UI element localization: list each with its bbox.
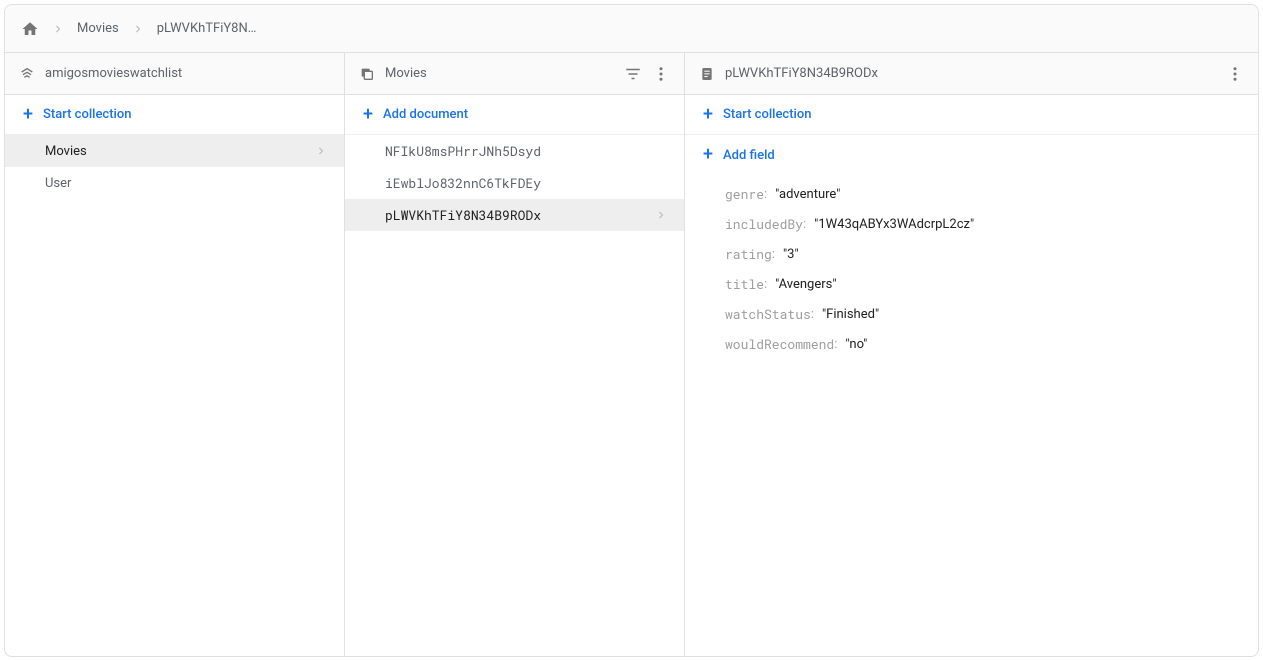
field-value: "3" xyxy=(783,247,799,262)
start-collection-button[interactable]: + Start collection xyxy=(5,95,344,135)
add-field-button[interactable]: + Add field xyxy=(685,135,1258,175)
field-key: title xyxy=(725,275,764,293)
breadcrumb: Movies pLWVKhTFiY8N… xyxy=(5,5,1258,53)
field-value: "Avengers" xyxy=(775,277,836,292)
add-document-button[interactable]: + Add document xyxy=(345,95,684,135)
document-id: pLWVKhTFiY8N34B9RODx xyxy=(385,206,541,224)
document-id: iEwblJo832nnC6TkFDEy xyxy=(385,174,541,192)
more-vert-icon[interactable] xyxy=(1226,65,1244,83)
chevron-right-icon xyxy=(314,144,328,158)
database-icon xyxy=(19,66,35,82)
start-subcollection-button[interactable]: + Start collection xyxy=(685,95,1258,135)
field-key: rating xyxy=(725,245,772,263)
collection-item[interactable]: Movies xyxy=(5,135,344,167)
start-collection-label: Start collection xyxy=(43,107,131,122)
document-panel: pLWVKhTFiY8N34B9RODx + Start collection … xyxy=(685,53,1258,656)
add-field-label: Add field xyxy=(723,148,775,163)
field-value: "Finished" xyxy=(822,307,879,322)
field-row[interactable]: title: "Avengers" xyxy=(685,269,1258,299)
document-title: pLWVKhTFiY8N34B9RODx xyxy=(725,66,1216,81)
document-item[interactable]: pLWVKhTFiY8N34B9RODx xyxy=(345,199,684,231)
database-viewer: Movies pLWVKhTFiY8N… amigosmovieswatchli… xyxy=(4,4,1259,657)
collection-title: Movies xyxy=(385,66,614,81)
chevron-right-icon xyxy=(51,22,65,36)
filter-icon[interactable] xyxy=(624,65,642,83)
field-key: watchStatus xyxy=(725,305,811,323)
database-panel-header: amigosmovieswatchlist xyxy=(5,53,344,95)
start-subcollection-label: Start collection xyxy=(723,107,811,122)
field-key: includedBy xyxy=(725,215,803,233)
field-row[interactable]: wouldRecommend: "no" xyxy=(685,329,1258,359)
breadcrumb-item[interactable]: pLWVKhTFiY8N… xyxy=(157,21,257,36)
database-title: amigosmovieswatchlist xyxy=(45,66,330,81)
add-document-label: Add document xyxy=(383,107,468,122)
collection-panel-header: Movies xyxy=(345,53,684,95)
chevron-right-icon xyxy=(654,208,668,222)
document-icon xyxy=(699,66,715,82)
field-row[interactable]: watchStatus: "Finished" xyxy=(685,299,1258,329)
document-id: NFIkU8msPHrrJNh5Dsyd xyxy=(385,142,541,160)
home-icon[interactable] xyxy=(21,20,39,38)
document-item[interactable]: NFIkU8msPHrrJNh5Dsyd xyxy=(345,135,684,167)
more-vert-icon[interactable] xyxy=(652,65,670,83)
field-value: "adventure" xyxy=(775,187,840,202)
document-panel-header: pLWVKhTFiY8N34B9RODx xyxy=(685,53,1258,95)
collection-panel: Movies + Add document NFIkU8msPHrrJNh5Ds… xyxy=(345,53,685,656)
breadcrumb-item[interactable]: Movies xyxy=(77,21,119,36)
field-row[interactable]: rating: "3" xyxy=(685,239,1258,269)
field-row[interactable]: includedBy: "1W43qABYx3WAdcrpL2cz" xyxy=(685,209,1258,239)
collection-stack-icon xyxy=(359,66,375,82)
document-list: NFIkU8msPHrrJNh5Dsyd iEwblJo832nnC6TkFDE… xyxy=(345,135,684,656)
field-list: genre: "adventure" includedBy: "1W43qABY… xyxy=(685,175,1258,359)
collection-name: User xyxy=(45,176,71,191)
collection-item[interactable]: User xyxy=(5,167,344,199)
field-row[interactable]: genre: "adventure" xyxy=(685,179,1258,209)
chevron-right-icon xyxy=(131,22,145,36)
database-panel: amigosmovieswatchlist + Start collection… xyxy=(5,53,345,656)
panels: amigosmovieswatchlist + Start collection… xyxy=(5,53,1258,656)
field-value: "1W43qABYx3WAdcrpL2cz" xyxy=(814,217,974,232)
field-key: wouldRecommend xyxy=(725,335,834,353)
document-item[interactable]: iEwblJo832nnC6TkFDEy xyxy=(345,167,684,199)
field-key: genre xyxy=(725,185,764,203)
collection-list: Movies User xyxy=(5,135,344,656)
field-value: "no" xyxy=(845,337,867,352)
collection-name: Movies xyxy=(45,144,87,159)
